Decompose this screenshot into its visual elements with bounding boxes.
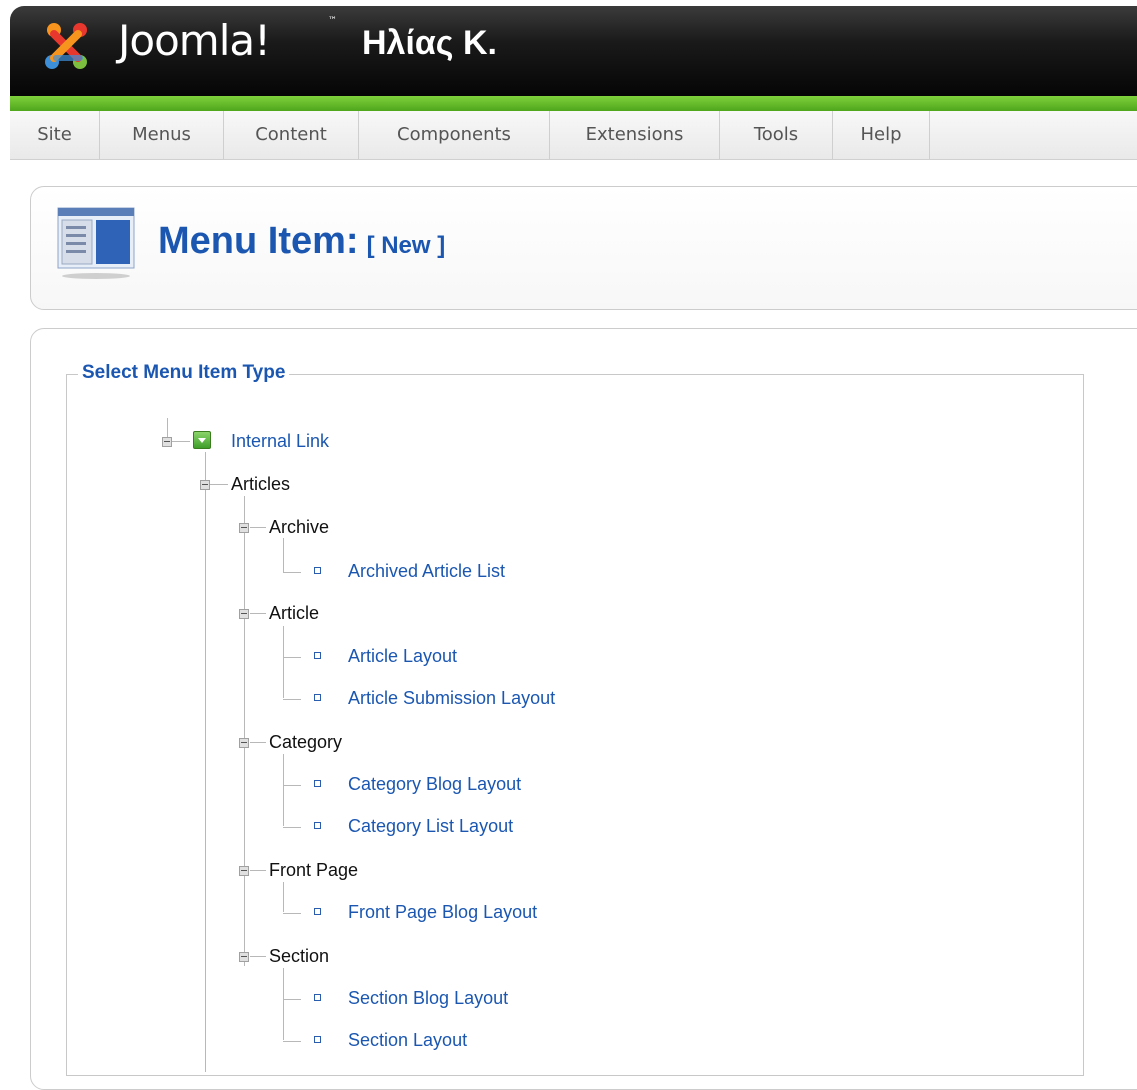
tree-connector [283, 754, 284, 826]
joomla-logo-icon [45, 23, 87, 69]
leaf-bullet-icon [314, 1036, 321, 1043]
expander-section[interactable] [239, 952, 249, 962]
tree-connector [210, 484, 228, 485]
tree-connector [283, 968, 284, 1040]
tree-connector [283, 882, 284, 912]
tree-connector [283, 572, 301, 573]
tree-connector [283, 699, 301, 700]
leaf-bullet-icon [314, 994, 321, 1001]
tree-connector [250, 527, 266, 528]
site-name: Ηλίας Κ. [362, 24, 497, 62]
expander-archive[interactable] [239, 523, 249, 533]
tree-connector [283, 538, 284, 572]
menu-extensions[interactable]: Extensions [550, 111, 720, 159]
tree-connector [283, 999, 301, 1000]
tree-leaf-article-layout[interactable]: Article Layout [348, 646, 457, 667]
page-title-status: [ New ] [366, 232, 446, 259]
page-title-text: Menu Item: [158, 220, 359, 262]
menu-site[interactable]: Site [10, 111, 100, 159]
tree-connector [283, 626, 284, 698]
menu-tools[interactable]: Tools [720, 111, 833, 159]
logo-text: Joomla! [118, 16, 271, 65]
leaf-bullet-icon [314, 694, 321, 701]
leaf-bullet-icon [314, 652, 321, 659]
tree-node-articles: Articles [231, 474, 291, 494]
menu-components[interactable]: Components [359, 111, 550, 159]
expander-front-page[interactable] [239, 866, 249, 876]
tree-leaf-article-submission-layout[interactable]: Article Submission Layout [348, 688, 555, 709]
main-menubar: Site Menus Content Components Extensions… [10, 111, 1137, 160]
tree-node-article: Article [269, 603, 320, 623]
menu-type-fieldset [66, 374, 1084, 1076]
tree-leaf-category-blog-layout[interactable]: Category Blog Layout [348, 774, 521, 795]
leaf-bullet-icon [314, 822, 321, 829]
tree-connector [283, 657, 301, 658]
menu-help[interactable]: Help [833, 111, 930, 159]
tree-connector [244, 496, 245, 966]
tree-connector [283, 1041, 301, 1042]
tree-connector [250, 956, 266, 957]
tree-node-section: Section [269, 946, 330, 966]
tree-connector [250, 742, 266, 743]
menu-item-icon [57, 207, 135, 279]
page-title: Menu Item: [ New ] [158, 220, 445, 263]
menu-content[interactable]: Content [224, 111, 359, 159]
tree-connector [250, 870, 266, 871]
leaf-bullet-icon [314, 780, 321, 787]
leaf-bullet-icon [314, 908, 321, 915]
tree-leaf-section-blog-layout[interactable]: Section Blog Layout [348, 988, 508, 1009]
tree-connector [283, 913, 301, 914]
fieldset-legend: Select Menu Item Type [78, 362, 290, 384]
expander-category[interactable] [239, 738, 249, 748]
tree-leaf-section-layout[interactable]: Section Layout [348, 1030, 467, 1051]
folder-open-icon [193, 431, 211, 449]
tree-connector [205, 452, 206, 1072]
tree-leaf-category-list-layout[interactable]: Category List Layout [348, 816, 513, 837]
menu-menus[interactable]: Menus [100, 111, 224, 159]
expander-articles[interactable] [200, 480, 210, 490]
tree-node-category: Category [269, 732, 343, 752]
header-accent-bar [10, 96, 1137, 111]
expander-article[interactable] [239, 609, 249, 619]
expander-internal-link[interactable] [162, 437, 172, 447]
logo-trademark: ™ [328, 16, 337, 26]
tree-connector [283, 785, 301, 786]
leaf-bullet-icon [314, 567, 321, 574]
tree-leaf-front-page-blog-layout[interactable]: Front Page Blog Layout [348, 902, 537, 923]
tree-node-internal-link[interactable]: Internal Link [231, 431, 329, 452]
tree-connector [283, 827, 301, 828]
tree-connector [172, 441, 190, 442]
tree-connector [250, 613, 266, 614]
tree-node-front-page: Front Page [269, 860, 359, 880]
tree-node-archive: Archive [269, 517, 330, 537]
tree-leaf-archived-article-list[interactable]: Archived Article List [348, 561, 505, 582]
